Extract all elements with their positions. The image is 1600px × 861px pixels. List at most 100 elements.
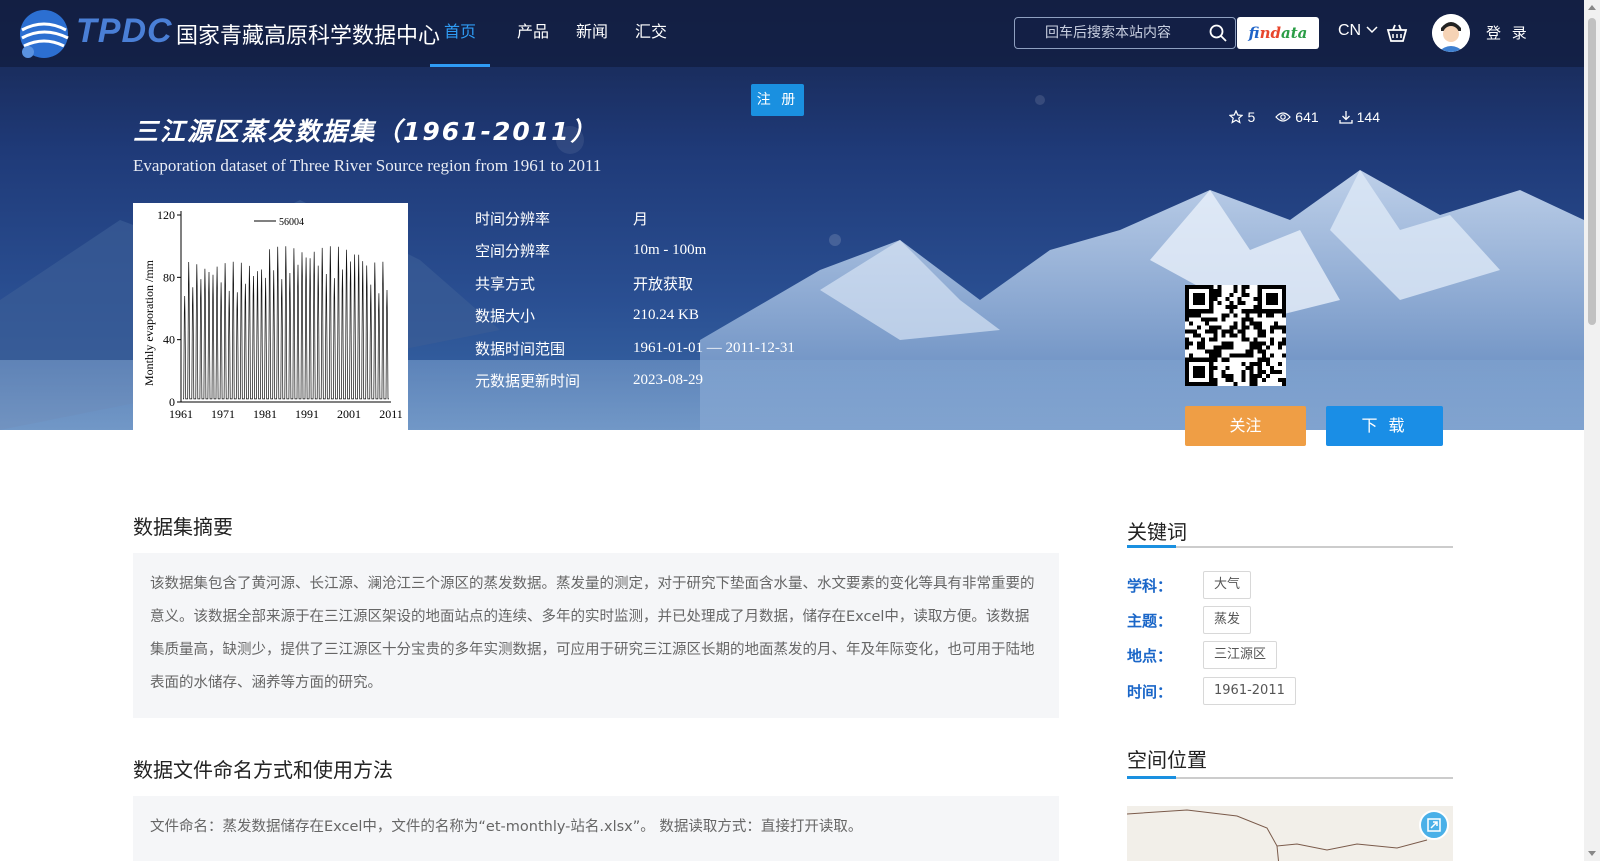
qr-module bbox=[1281, 337, 1286, 342]
qr-module bbox=[1189, 381, 1194, 386]
cart-icon[interactable] bbox=[1386, 22, 1408, 44]
qr-module bbox=[1277, 345, 1282, 350]
login-link[interactable]: 登 录 bbox=[1486, 22, 1530, 43]
qr-module bbox=[1213, 297, 1218, 302]
logo-tpdc-text[interactable]: TPDC bbox=[76, 12, 173, 51]
findata-button[interactable]: findata bbox=[1237, 17, 1319, 49]
qr-module bbox=[1185, 305, 1190, 310]
qr-module bbox=[1277, 361, 1282, 366]
qr-module bbox=[1281, 297, 1286, 302]
qr-module bbox=[1269, 309, 1274, 314]
qr-module bbox=[1245, 337, 1250, 342]
scroll-thumb[interactable] bbox=[1588, 18, 1596, 325]
follow-button[interactable]: 关注 bbox=[1185, 406, 1306, 446]
qr-module bbox=[1257, 309, 1262, 314]
keyword-tag[interactable]: 蒸发 bbox=[1203, 606, 1252, 634]
qr-module bbox=[1245, 317, 1250, 322]
qr-module bbox=[1257, 345, 1262, 350]
nav-news[interactable]: 新闻 bbox=[576, 0, 608, 67]
qr-module bbox=[1269, 285, 1274, 290]
location-map[interactable] bbox=[1127, 806, 1453, 861]
nav-submit[interactable]: 汇交 bbox=[635, 0, 667, 67]
qr-module bbox=[1185, 329, 1190, 334]
qr-module bbox=[1253, 345, 1258, 350]
page-scrollbar[interactable] bbox=[1584, 0, 1600, 861]
qr-module bbox=[1197, 285, 1202, 290]
qr-module bbox=[1209, 377, 1214, 382]
qr-module bbox=[1197, 325, 1202, 330]
keyword-tag[interactable]: 三江源区 bbox=[1203, 641, 1278, 669]
nav-home[interactable]: 首页 bbox=[430, 0, 491, 67]
tpdc-globe-logo[interactable] bbox=[14, 4, 74, 64]
qr-module bbox=[1205, 381, 1210, 386]
nav-products[interactable]: 产品 bbox=[517, 0, 549, 67]
qr-module bbox=[1261, 309, 1266, 314]
dataset-thumbnail[interactable]: Monthly evaporation /mm 56004 120 80 40 0 1… bbox=[133, 203, 408, 430]
qr-module bbox=[1209, 325, 1214, 330]
qr-module bbox=[1185, 337, 1190, 342]
search-input[interactable] bbox=[1027, 18, 1197, 48]
qr-module bbox=[1261, 353, 1266, 358]
meta-value: 月 bbox=[633, 211, 649, 228]
naming-text: 文件命名：蒸发数据储存在Excel中，文件的名称为“et-monthly-站名.… bbox=[150, 819, 863, 835]
qr-module bbox=[1257, 289, 1262, 294]
qr-module bbox=[1273, 293, 1278, 298]
qr-module bbox=[1229, 293, 1234, 298]
meta-key: 数据大小 bbox=[475, 307, 536, 326]
logo-site-name[interactable]: 国家青藏高原科学数据中心 bbox=[176, 18, 440, 50]
qr-module bbox=[1189, 285, 1194, 290]
qr-module bbox=[1245, 349, 1250, 354]
qr-module bbox=[1185, 373, 1190, 378]
qr-module bbox=[1237, 301, 1242, 306]
qr-module bbox=[1217, 345, 1222, 350]
qr-module bbox=[1253, 309, 1258, 314]
fullscreen-map-button[interactable] bbox=[1419, 810, 1449, 840]
qr-module bbox=[1213, 333, 1218, 338]
keyword-row: 时间： 1961-2011 bbox=[1127, 677, 1296, 705]
qr-module bbox=[1241, 309, 1246, 314]
qr-module bbox=[1261, 329, 1266, 334]
qr-module bbox=[1221, 333, 1226, 338]
scroll-up-arrow[interactable] bbox=[1588, 5, 1596, 10]
qr-module bbox=[1185, 361, 1190, 366]
qr-module bbox=[1269, 337, 1274, 342]
qr-module bbox=[1277, 285, 1282, 290]
chevron-down-icon bbox=[1366, 26, 1378, 34]
keyword-tag[interactable]: 大气 bbox=[1203, 571, 1252, 599]
qr-module bbox=[1197, 357, 1202, 362]
qr-module bbox=[1257, 373, 1262, 378]
language-switch[interactable]: CN bbox=[1338, 22, 1378, 40]
download-button[interactable]: 下 载 bbox=[1326, 406, 1443, 446]
qr-module bbox=[1269, 329, 1274, 334]
abstract-text: 该数据集包含了黄河源、长江源、澜沧江三个源区的蒸发数据。蒸发量的测定，对于研究下… bbox=[150, 576, 1035, 691]
stars-stat[interactable]: 5 bbox=[1229, 109, 1255, 125]
qr-module bbox=[1249, 321, 1254, 326]
qr-module bbox=[1233, 325, 1238, 330]
qr-module bbox=[1193, 301, 1198, 306]
scroll-down-arrow[interactable] bbox=[1588, 851, 1596, 856]
qr-module bbox=[1241, 353, 1246, 358]
qr-module bbox=[1221, 329, 1226, 334]
expand-icon bbox=[1427, 818, 1441, 832]
qr-module bbox=[1253, 321, 1258, 326]
qr-module bbox=[1233, 353, 1238, 358]
qr-module bbox=[1241, 369, 1246, 374]
qr-module bbox=[1209, 309, 1214, 314]
map-boundary bbox=[1127, 809, 1428, 861]
qr-module bbox=[1265, 293, 1270, 298]
register-button[interactable]: 注 册 bbox=[751, 84, 804, 116]
qr-module bbox=[1213, 337, 1218, 342]
qr-module bbox=[1245, 365, 1250, 370]
findata-part: ind bbox=[1259, 24, 1281, 42]
qr-module bbox=[1217, 289, 1222, 294]
thumb-xtick-label: 1961 bbox=[169, 407, 193, 421]
avatar[interactable] bbox=[1432, 14, 1470, 52]
qr-module bbox=[1185, 297, 1190, 302]
keyword-tag[interactable]: 1961-2011 bbox=[1203, 677, 1296, 705]
qr-module bbox=[1265, 357, 1270, 362]
meta-key: 元数据更新时间 bbox=[475, 372, 581, 391]
search-icon[interactable] bbox=[1209, 24, 1227, 42]
meta-key: 共享方式 bbox=[475, 274, 536, 293]
qr-module bbox=[1257, 349, 1262, 354]
qr-module bbox=[1197, 369, 1202, 374]
